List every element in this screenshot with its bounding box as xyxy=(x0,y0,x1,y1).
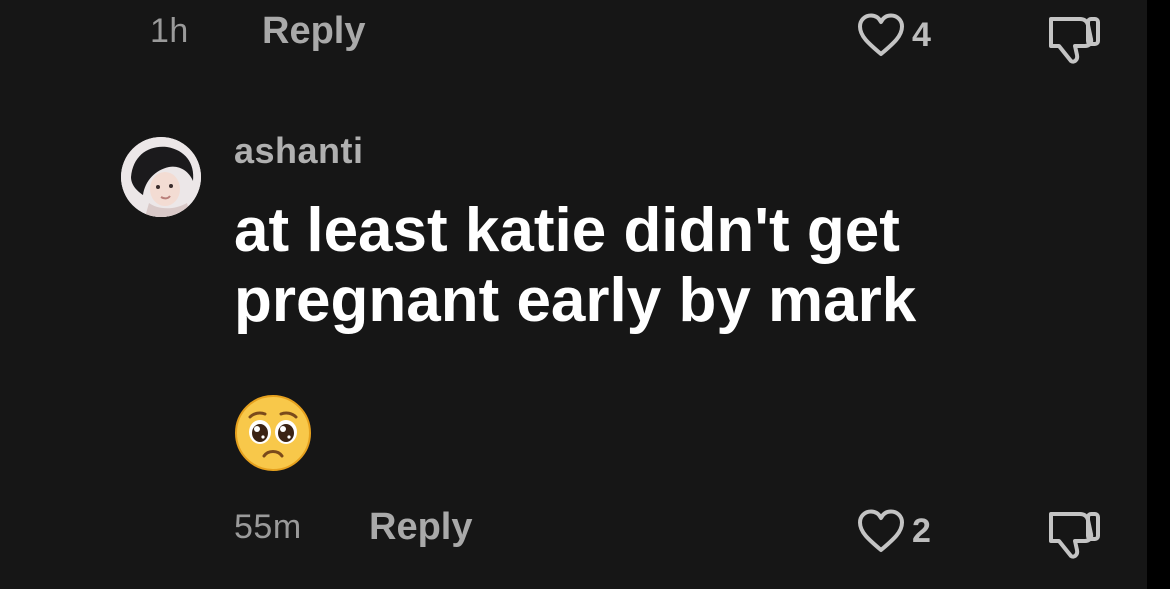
pleading-face-emoji xyxy=(235,395,311,471)
reply-button[interactable]: Reply xyxy=(369,506,472,549)
heart-outline-icon xyxy=(858,13,904,56)
like-count: 2 xyxy=(912,511,931,550)
avatar[interactable] xyxy=(121,137,201,217)
previous-like-button[interactable]: 4 xyxy=(856,12,931,58)
previous-comment-timestamp: 1h xyxy=(150,12,189,50)
heart-outline-icon xyxy=(858,509,904,552)
comment-username[interactable]: ashanti xyxy=(234,130,364,172)
comment-text: at least katie didn't get pregnant early… xyxy=(234,196,917,336)
comment-timestamp: 55m xyxy=(234,508,302,546)
comment-actions: 55m Reply 2 xyxy=(0,490,1147,570)
previous-comment-actions: 1h Reply 4 xyxy=(0,0,1147,80)
thumbs-down-icon[interactable] xyxy=(1045,508,1103,560)
previous-like-count: 4 xyxy=(912,15,931,54)
comments-screen: 1h Reply 4 ashanti at least katie didn't… xyxy=(0,0,1147,589)
previous-reply-button[interactable]: Reply xyxy=(262,10,365,53)
thumbs-down-icon[interactable] xyxy=(1045,13,1103,65)
like-button[interactable]: 2 xyxy=(856,508,931,554)
avatar-image xyxy=(121,137,201,217)
